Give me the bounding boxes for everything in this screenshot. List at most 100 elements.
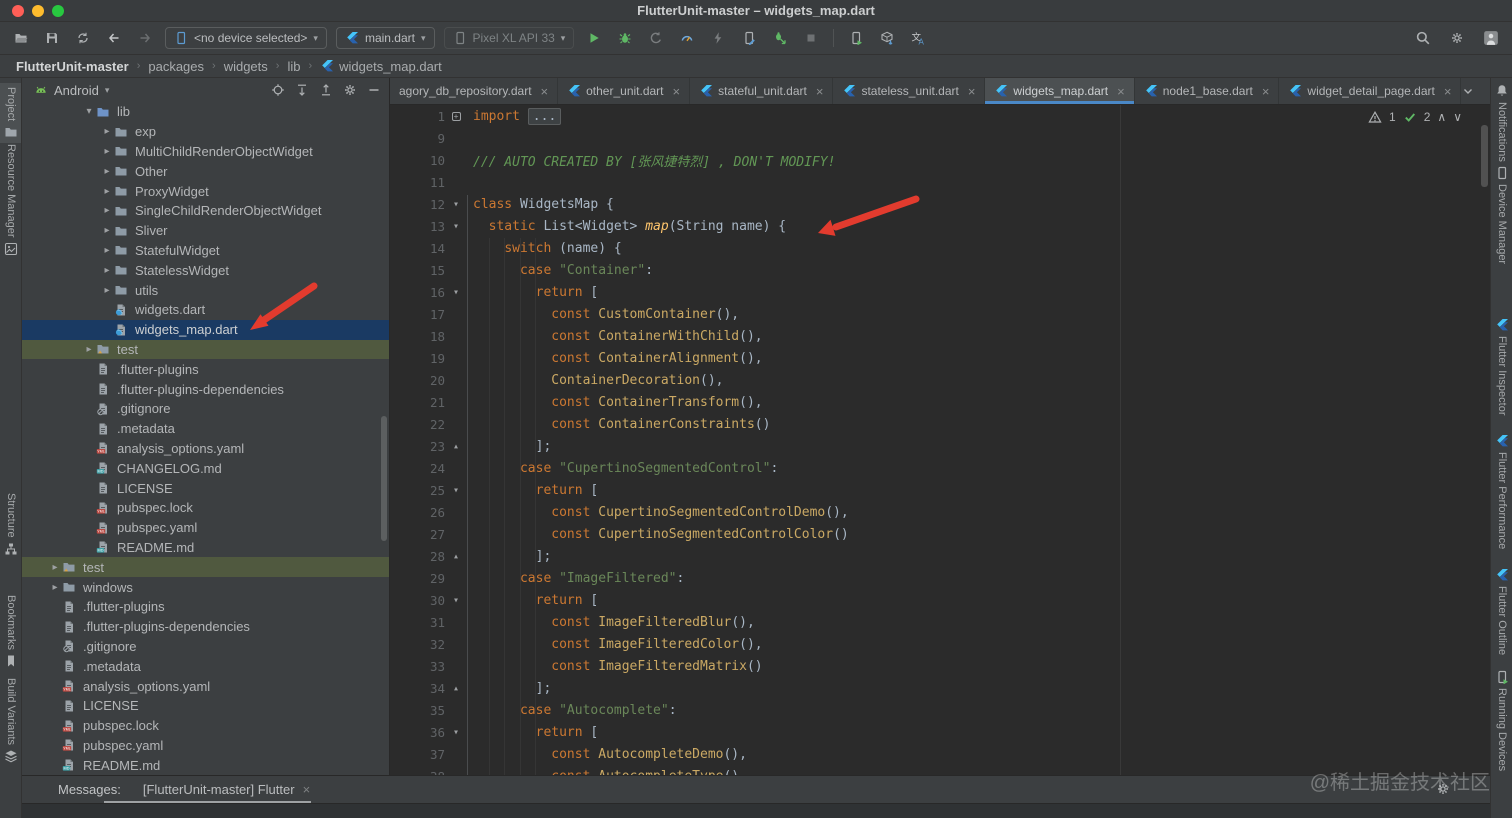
editor-tab[interactable]: stateful_unit.dart × bbox=[690, 78, 834, 104]
translate-icon[interactable]: 文A bbox=[907, 27, 929, 49]
tree-item[interactable]: MD README.md bbox=[22, 755, 389, 775]
prev-problem-icon[interactable]: ∧ bbox=[1437, 110, 1446, 124]
project-view-mode[interactable]: Android bbox=[54, 83, 99, 98]
code-line[interactable]: 20 ContainerDecoration(), bbox=[390, 369, 1490, 391]
code-line[interactable]: 26 const CupertinoSegmentedControlDemo()… bbox=[390, 501, 1490, 523]
tree-item[interactable]: LICENSE bbox=[22, 696, 389, 716]
tree-chevron-icon[interactable]: ▸ bbox=[100, 245, 114, 256]
tree-item[interactable]: .metadata bbox=[22, 656, 389, 676]
open-icon[interactable] bbox=[10, 27, 32, 49]
code-line[interactable]: 33 const ImageFilteredMatrix() bbox=[390, 655, 1490, 677]
debug-icon[interactable] bbox=[614, 27, 636, 49]
breadcrumb-item[interactable]: lib bbox=[285, 59, 302, 74]
close-icon[interactable]: × bbox=[303, 782, 311, 797]
tree-item[interactable]: .gitignore bbox=[22, 399, 389, 419]
code-line[interactable]: 9 bbox=[390, 127, 1490, 149]
tree-chevron-icon[interactable]: ▸ bbox=[100, 205, 114, 216]
tree-chevron-icon[interactable]: ▸ bbox=[48, 582, 62, 593]
hide-panel-icon[interactable] bbox=[367, 83, 381, 97]
tree-item[interactable]: ▸ utils bbox=[22, 280, 389, 300]
fold-marker-icon[interactable]: ▾ bbox=[445, 595, 467, 606]
code-line[interactable]: 15 case "Container": bbox=[390, 259, 1490, 281]
code-line[interactable]: 13 ▾ static List<Widget> map(String name)… bbox=[390, 215, 1490, 237]
code-line[interactable]: 27 const CupertinoSegmentedControlColor(… bbox=[390, 523, 1490, 545]
tree-chevron-icon[interactable]: ▸ bbox=[100, 265, 114, 276]
fold-marker-icon[interactable]: ▴ bbox=[445, 683, 467, 694]
inspections-widget[interactable]: 1 2 ∧ ∨ bbox=[1368, 110, 1462, 124]
tree-chevron-icon[interactable]: ▸ bbox=[100, 225, 114, 236]
breadcrumb-item[interactable]: packages bbox=[146, 59, 206, 74]
tree-item[interactable]: YML pubspec.lock bbox=[22, 716, 389, 736]
messages-gear-icon[interactable] bbox=[1436, 782, 1450, 796]
tree-item[interactable]: .flutter-plugins bbox=[22, 597, 389, 617]
code-line[interactable]: 25 ▾ return [ bbox=[390, 479, 1490, 501]
apply-changes-icon[interactable] bbox=[707, 27, 729, 49]
search-icon[interactable] bbox=[1412, 27, 1434, 49]
editor-scrollbar[interactable] bbox=[1481, 125, 1488, 187]
code-line[interactable]: 32 const ImageFilteredColor(), bbox=[390, 633, 1490, 655]
code-line[interactable]: 31 const ImageFilteredBlur(), bbox=[390, 611, 1490, 633]
tree-chevron-icon[interactable]: ▸ bbox=[100, 146, 114, 157]
run-config-dropdown[interactable]: main.dart ▾ bbox=[335, 27, 435, 49]
messages-tab[interactable]: [FlutterUnit-master] Flutter × bbox=[143, 782, 310, 797]
tool-strip-item-device-manager[interactable]: Device Manager bbox=[1491, 166, 1512, 264]
panel-settings-gear-icon[interactable] bbox=[343, 83, 357, 97]
tree-chevron-icon[interactable]: ▸ bbox=[100, 126, 114, 137]
device-selector-dropdown[interactable]: <no device selected> ▾ bbox=[165, 27, 327, 49]
editor-tab[interactable]: other_unit.dart × bbox=[558, 78, 691, 104]
tree-item[interactable]: ▸ exp bbox=[22, 122, 389, 142]
tree-item[interactable]: MD CHANGELOG.md bbox=[22, 458, 389, 478]
save-icon[interactable] bbox=[41, 27, 63, 49]
code-line[interactable]: 22 const ContainerConstraints() bbox=[390, 413, 1490, 435]
target-device-dropdown[interactable]: Pixel XL API 33 ▾ bbox=[443, 27, 575, 49]
code-line[interactable]: 35 case "Autocomplete": bbox=[390, 699, 1490, 721]
avatar[interactable] bbox=[1480, 27, 1502, 49]
flutter-attach-icon[interactable] bbox=[769, 27, 791, 49]
tree-item[interactable]: .flutter-plugins-dependencies bbox=[22, 617, 389, 637]
breadcrumb-item[interactable]: widgets_map.dart bbox=[318, 59, 444, 74]
code-line[interactable]: 10 /// AUTO CREATED BY [张风捷特烈] , DON'T MO… bbox=[390, 149, 1490, 171]
code-line[interactable]: 16 ▾ return [ bbox=[390, 281, 1490, 303]
tool-strip-item-flutter-performance[interactable]: Flutter Performance bbox=[1491, 434, 1512, 549]
breadcrumb-item[interactable]: widgets bbox=[222, 59, 270, 74]
tree-item[interactable]: .metadata bbox=[22, 419, 389, 439]
editor-tab[interactable]: agory_db_repository.dart × bbox=[390, 78, 559, 104]
expand-all-icon[interactable] bbox=[295, 83, 309, 97]
tool-strip-item-structure[interactable]: Structure bbox=[0, 493, 21, 556]
collapse-all-icon[interactable] bbox=[319, 83, 333, 97]
tree-item[interactable]: LICENSE bbox=[22, 478, 389, 498]
tree-item[interactable]: YML analysis_options.yaml bbox=[22, 676, 389, 696]
tree-item[interactable]: MD README.md bbox=[22, 538, 389, 558]
fold-marker-icon[interactable]: ▾ bbox=[445, 287, 467, 298]
tab-close-icon[interactable]: × bbox=[673, 84, 681, 99]
attach-debugger-icon[interactable] bbox=[738, 27, 760, 49]
tool-strip-item-running-devices[interactable]: Running Devices bbox=[1491, 670, 1512, 771]
forward-icon[interactable] bbox=[134, 27, 156, 49]
code-line[interactable]: 34 ▴ ]; bbox=[390, 677, 1490, 699]
tree-item[interactable]: ▸ test bbox=[22, 557, 389, 578]
editor-tab[interactable]: node1_base.dart × bbox=[1135, 78, 1280, 104]
tree-item[interactable]: YML analysis_options.yaml bbox=[22, 439, 389, 459]
editor-tab[interactable]: stateless_unit.dart × bbox=[833, 78, 986, 104]
fold-marker-icon[interactable]: + bbox=[445, 111, 467, 122]
tab-close-icon[interactable]: × bbox=[541, 84, 549, 99]
fold-marker-icon[interactable]: ▾ bbox=[445, 485, 467, 496]
tool-strip-item-project[interactable]: Project bbox=[0, 83, 21, 144]
breadcrumb-item[interactable]: FlutterUnit-master bbox=[14, 59, 131, 74]
tool-strip-item-flutter-outline[interactable]: Flutter Outline bbox=[1491, 568, 1512, 655]
code-line[interactable]: 18 const ContainerWithChild(), bbox=[390, 325, 1490, 347]
code-line[interactable]: 24 case "CupertinoSegmentedControl": bbox=[390, 457, 1490, 479]
editor-tab[interactable]: widgets_map.dart × bbox=[985, 78, 1135, 104]
tree-item[interactable]: .gitignore bbox=[22, 637, 389, 657]
device-manager-icon[interactable] bbox=[845, 27, 867, 49]
tree-item[interactable]: .flutter-plugins-dependencies bbox=[22, 379, 389, 399]
tree-item[interactable]: ▸ test bbox=[22, 339, 389, 360]
next-problem-icon[interactable]: ∨ bbox=[1453, 110, 1462, 124]
tree-chevron-icon[interactable]: ▸ bbox=[48, 562, 62, 573]
code-line[interactable]: 29 case "ImageFiltered": bbox=[390, 567, 1490, 589]
code-line[interactable]: 23 ▴ ]; bbox=[390, 435, 1490, 457]
hidden-tabs-icon[interactable] bbox=[1461, 84, 1475, 98]
code-line[interactable]: 19 const ContainerAlignment(), bbox=[390, 347, 1490, 369]
tree-item[interactable]: ▸ MultiChildRenderObjectWidget bbox=[22, 142, 389, 162]
tree-item[interactable]: YML pubspec.yaml bbox=[22, 736, 389, 756]
